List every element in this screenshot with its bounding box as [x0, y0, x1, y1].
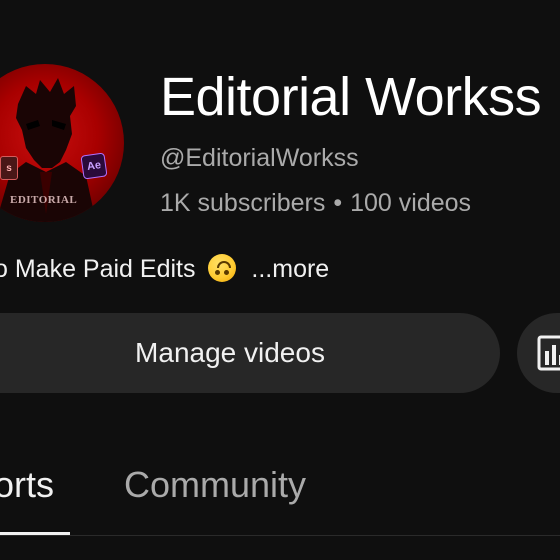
- analytics-icon: [537, 335, 560, 371]
- channel-description[interactable]: o Make Paid Edits ...more: [0, 254, 329, 284]
- tab-community[interactable]: Community: [124, 464, 306, 506]
- upside-down-face-emoji-icon: [208, 254, 237, 282]
- video-count: 100 videos: [350, 189, 472, 217]
- more-link[interactable]: ...more: [251, 255, 329, 283]
- manage-videos-button[interactable]: Manage videos: [0, 313, 500, 393]
- after-effects-badge-icon: Ae: [80, 152, 108, 180]
- channel-name: Editorial Workss: [160, 67, 542, 127]
- analytics-button[interactable]: [517, 313, 560, 393]
- tab-shorts[interactable]: orts: [0, 464, 54, 506]
- manage-videos-label: Manage videos: [135, 337, 325, 368]
- tabs-divider: [0, 535, 560, 536]
- photoshop-badge-icon: s: [0, 156, 18, 180]
- stats-separator: •: [333, 189, 343, 217]
- channel-avatar[interactable]: s Ae EDITORIAL: [0, 64, 124, 222]
- active-tab-indicator: [0, 532, 70, 535]
- channel-page: s Ae EDITORIAL Editorial Workss @Editori…: [0, 0, 560, 560]
- channel-stats: 1K subscribers • 100 videos: [160, 189, 471, 218]
- avatar-logo-text: EDITORIAL: [10, 194, 78, 206]
- channel-handle: @EditorialWorkss: [160, 144, 359, 172]
- subscriber-count: 1K subscribers: [160, 189, 326, 217]
- description-text: o Make Paid Edits: [0, 255, 196, 283]
